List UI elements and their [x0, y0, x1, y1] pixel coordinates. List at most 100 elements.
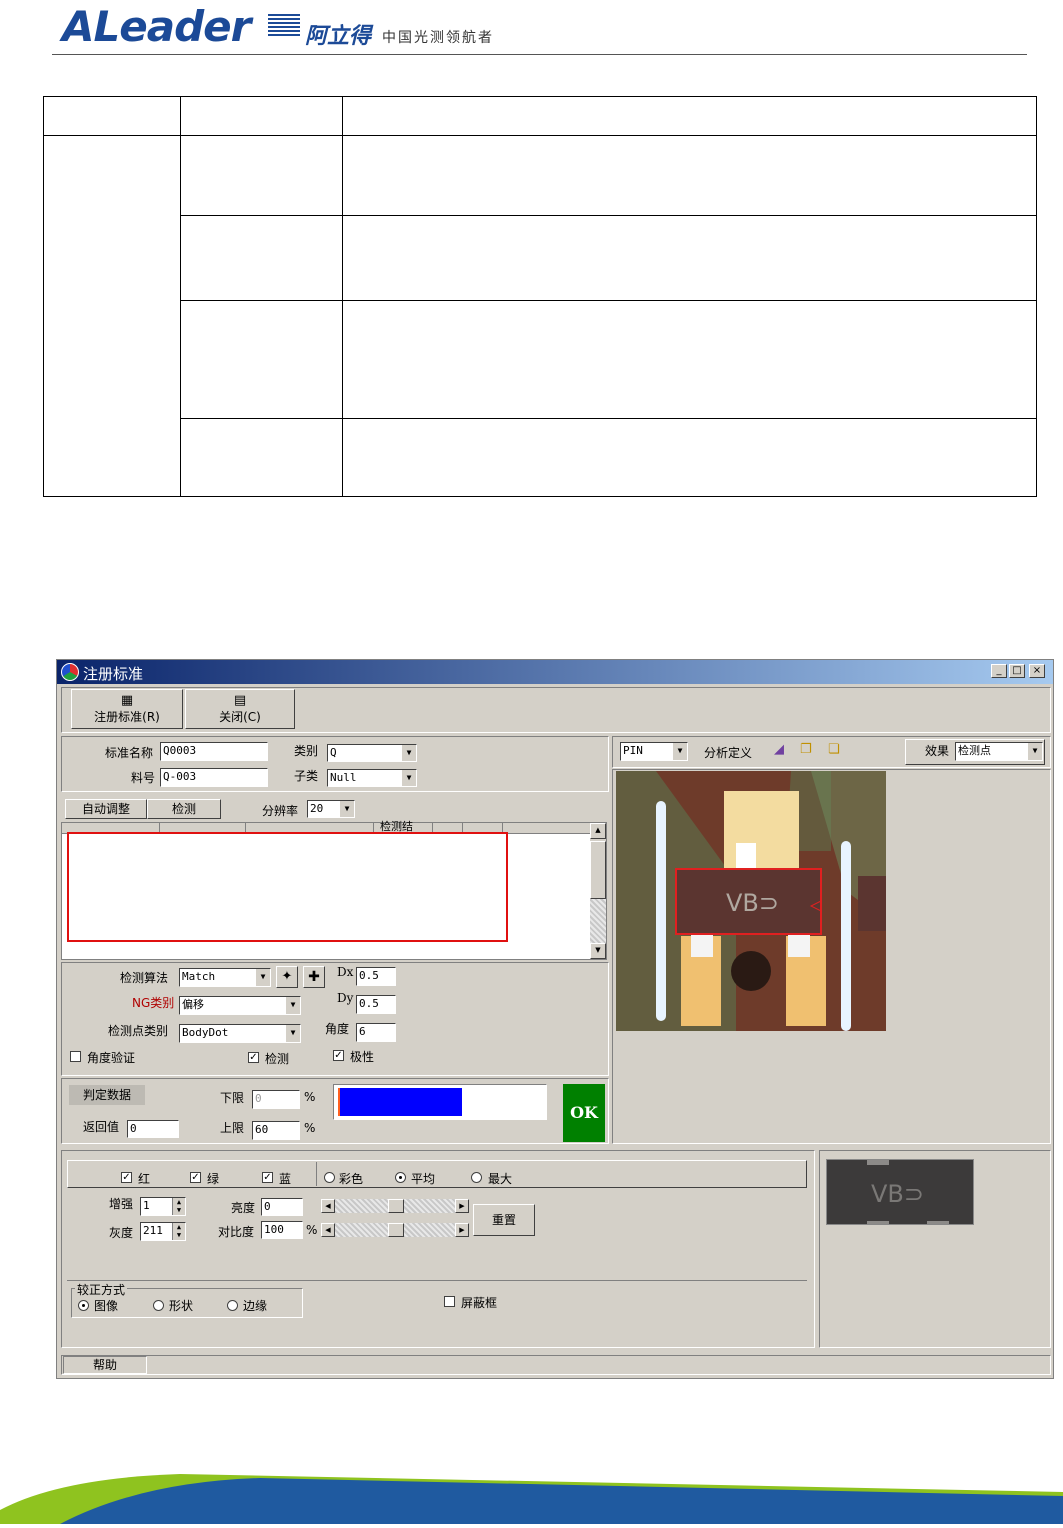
minimize-button[interactable]: _: [991, 664, 1007, 678]
point-type-select[interactable]: BodyDot ▼: [179, 1024, 301, 1043]
brightness-slider-thumb[interactable]: [388, 1199, 404, 1213]
enhance-stepper[interactable]: 1 ▲ ▼: [140, 1197, 186, 1216]
close-label: 关闭(C): [219, 710, 261, 724]
upper-limit-label: 上限: [220, 1121, 245, 1135]
subcategory-select[interactable]: Null ▼: [327, 769, 417, 787]
triangle-tool-icon[interactable]: ◢: [774, 742, 784, 757]
gray-stepper[interactable]: 211 ▲ ▼: [140, 1222, 186, 1241]
brightness-slider[interactable]: ◀ ▶: [321, 1199, 469, 1213]
dx-label: Dx: [337, 965, 354, 979]
polarity-checkbox[interactable]: ✓: [333, 1050, 344, 1061]
slider-right-icon[interactable]: ▶: [455, 1199, 469, 1213]
register-standard-label: 注册标准(R): [94, 710, 160, 724]
contrast-slider-thumb[interactable]: [388, 1223, 404, 1237]
dx-field[interactable]: 0.5: [356, 967, 396, 986]
mask-box-checkbox[interactable]: [444, 1296, 455, 1307]
detection-point-grid[interactable]: 检测结 ▲ ▼: [61, 820, 607, 960]
maximize-button[interactable]: □: [1009, 664, 1025, 678]
scrollbar-track[interactable]: [590, 899, 606, 943]
part-number-field[interactable]: Q-003: [160, 768, 268, 787]
reset-button[interactable]: 重置: [473, 1204, 535, 1236]
spin-arrows-icon[interactable]: ▲ ▼: [172, 1223, 185, 1240]
algorithm-value: Match: [182, 970, 216, 983]
lower-limit-label: 下限: [220, 1091, 245, 1105]
blue-channel-checkbox[interactable]: ✓: [262, 1172, 273, 1183]
contrast-field[interactable]: 100: [261, 1221, 303, 1239]
slider-left-icon[interactable]: ◀: [321, 1199, 335, 1213]
close-window-button[interactable]: ×: [1029, 664, 1045, 678]
help-button[interactable]: 帮助: [63, 1356, 147, 1374]
scroll-up-icon[interactable]: ▲: [590, 823, 606, 839]
dropdown-arrow-icon[interactable]: ▼: [401, 745, 416, 761]
thumbnail-svg: VB⊃: [827, 1160, 973, 1224]
category-select[interactable]: Q ▼: [327, 744, 417, 762]
section-divider: [67, 1280, 807, 1281]
part-number-label: 料号: [131, 771, 156, 785]
dy-label: Dy: [337, 991, 354, 1005]
angle-verify-label: 角度验证: [87, 1051, 136, 1065]
colorful-radio[interactable]: [324, 1172, 335, 1183]
resolution-label: 分辨率: [262, 804, 299, 818]
company-logo-chinese: 阿立得: [305, 24, 372, 49]
detect-checkbox[interactable]: ✓: [248, 1052, 259, 1063]
contrast-slider[interactable]: ◀ ▶: [321, 1223, 469, 1237]
max-radio[interactable]: [471, 1172, 482, 1183]
algorithm-select[interactable]: Match ▼: [179, 968, 271, 987]
magic-wand-icon[interactable]: ✦: [276, 966, 298, 988]
green-channel-checkbox[interactable]: ✓: [190, 1172, 201, 1183]
company-slogan: 中国光测领航者: [382, 30, 494, 46]
ng-type-select[interactable]: 偏移 ▼: [179, 996, 301, 1015]
footer-banner-graphic: [0, 1470, 1063, 1524]
grid-vertical-scrollbar[interactable]: ▲ ▼: [590, 823, 606, 959]
slider-right-icon[interactable]: ▶: [455, 1223, 469, 1237]
contrast-percent: %: [306, 1223, 318, 1237]
scrollbar-thumb[interactable]: [590, 841, 606, 899]
tab-auto-adjust[interactable]: 自动调整: [65, 799, 147, 819]
effect-select[interactable]: 检测点 ▼: [955, 742, 1043, 761]
correction-shape-label: 形状: [169, 1299, 194, 1313]
max-label: 最大: [488, 1172, 513, 1186]
angle-field[interactable]: 6: [356, 1023, 396, 1042]
angle-verify-checkbox[interactable]: [70, 1051, 81, 1062]
colorful-label: 彩色: [339, 1172, 364, 1186]
algorithm-label: 检测算法: [120, 971, 169, 985]
judge-range-fill: [338, 1088, 462, 1116]
red-channel-checkbox[interactable]: ✓: [121, 1172, 132, 1183]
red-channel-label: 红: [138, 1172, 151, 1186]
brightness-field[interactable]: 0: [261, 1198, 303, 1216]
effect-label: 效果: [925, 744, 950, 758]
tab-detect[interactable]: 检测: [147, 799, 221, 819]
correction-edge-radio[interactable]: [227, 1300, 238, 1311]
dy-field[interactable]: 0.5: [356, 995, 396, 1014]
correction-shape-radio[interactable]: [153, 1300, 164, 1311]
register-standard-button[interactable]: ▦ 注册标准(R): [71, 689, 183, 729]
dropdown-arrow-icon[interactable]: ▼: [339, 801, 354, 817]
upper-limit-field[interactable]: 60: [252, 1121, 300, 1140]
paste-tool-icon[interactable]: ❏: [828, 742, 840, 757]
redaction-highlight-box: [67, 832, 508, 942]
average-radio[interactable]: [395, 1172, 406, 1183]
lower-limit-field[interactable]: 0: [252, 1090, 300, 1109]
correction-edge-label: 边缘: [243, 1299, 268, 1313]
camera-image[interactable]: VB⊃: [616, 771, 886, 1031]
close-button[interactable]: ▤ 关闭(C): [185, 689, 295, 729]
scroll-down-icon[interactable]: ▼: [590, 943, 606, 959]
enhance-label: 增强: [109, 1197, 134, 1211]
correction-image-radio[interactable]: [78, 1300, 89, 1311]
dropdown-arrow-icon[interactable]: ▼: [285, 1025, 300, 1042]
slider-left-icon[interactable]: ◀: [321, 1223, 335, 1237]
dropdown-arrow-icon[interactable]: ▼: [401, 770, 416, 786]
dropdown-arrow-icon[interactable]: ▼: [1027, 743, 1042, 760]
dropdown-arrow-icon[interactable]: ▼: [672, 743, 687, 760]
dropdown-arrow-icon[interactable]: ▼: [285, 997, 300, 1014]
pin-select[interactable]: PIN ▼: [620, 742, 688, 761]
company-logo-wordmark: ALeader: [62, 2, 251, 51]
dropdown-arrow-icon[interactable]: ▼: [255, 969, 270, 986]
add-icon[interactable]: ✚: [303, 966, 325, 988]
spin-arrows-icon[interactable]: ▲ ▼: [172, 1198, 185, 1215]
copy-tool-icon[interactable]: ❐: [800, 742, 812, 757]
result-ok-indicator: OK: [563, 1084, 605, 1142]
standard-name-field[interactable]: Q0003: [160, 742, 268, 761]
resolution-select[interactable]: 20 ▼: [307, 800, 355, 818]
contrast-label: 对比度: [218, 1225, 255, 1239]
